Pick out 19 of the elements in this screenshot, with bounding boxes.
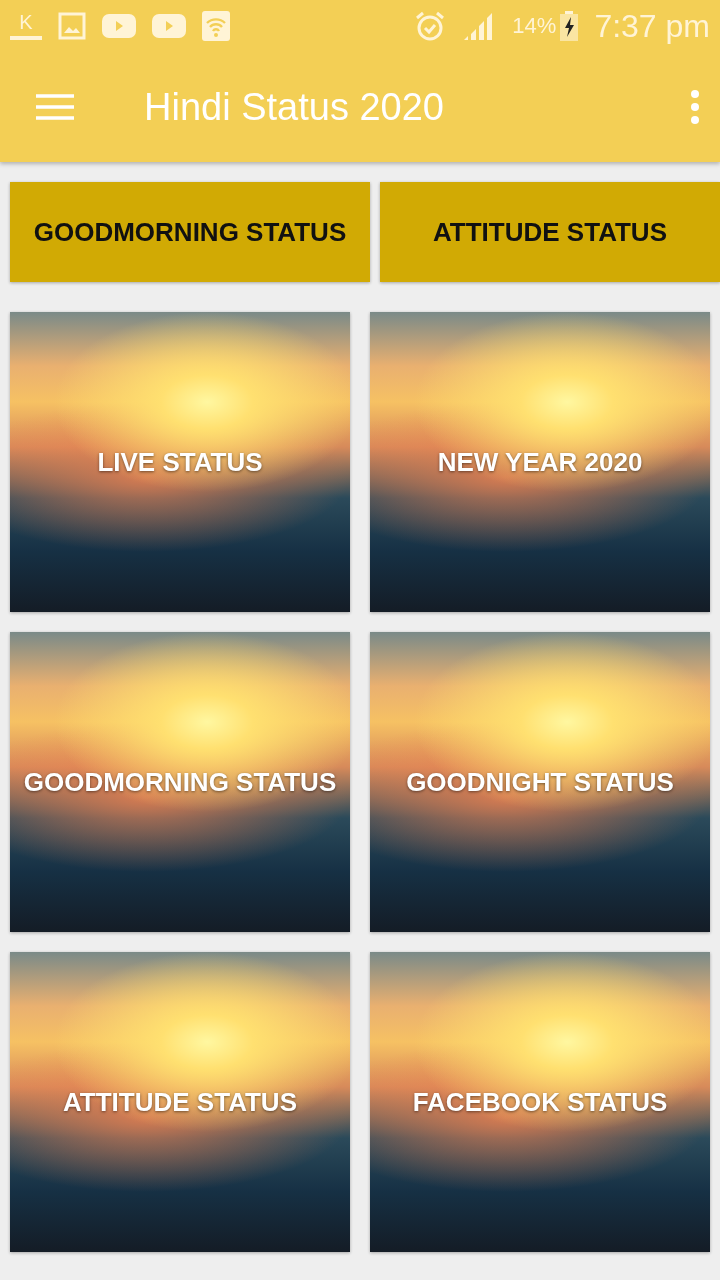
more-options-icon[interactable] [690, 90, 700, 124]
battery-percent: 14% [512, 13, 557, 39]
category-tile[interactable]: GOODMORNING STATUS [10, 632, 350, 932]
menu-icon[interactable] [36, 94, 74, 120]
category-tile[interactable]: LIVE STATUS [10, 312, 350, 612]
category-tile[interactable]: NEW YEAR 2020 [370, 312, 710, 612]
clock-time: 7:37 pm [594, 7, 710, 45]
category-tile[interactable]: GOODNIGHT STATUS [370, 632, 710, 932]
battery-charging-icon [560, 11, 579, 41]
wifi-icon [202, 11, 230, 41]
category-tile[interactable]: ATTITUDE STATUS [10, 952, 350, 1252]
category-button[interactable]: GOODMORNING STATUS [10, 182, 370, 282]
alarm-icon [414, 10, 447, 42]
category-button[interactable]: ATTITUDE STATUS [380, 182, 720, 282]
category-tile[interactable]: FACEBOOK STATUS [370, 952, 710, 1252]
play-icon [152, 14, 186, 38]
play-icon [102, 14, 136, 38]
image-icon [58, 12, 86, 40]
app-title: Hindi Status 2020 [144, 85, 445, 129]
